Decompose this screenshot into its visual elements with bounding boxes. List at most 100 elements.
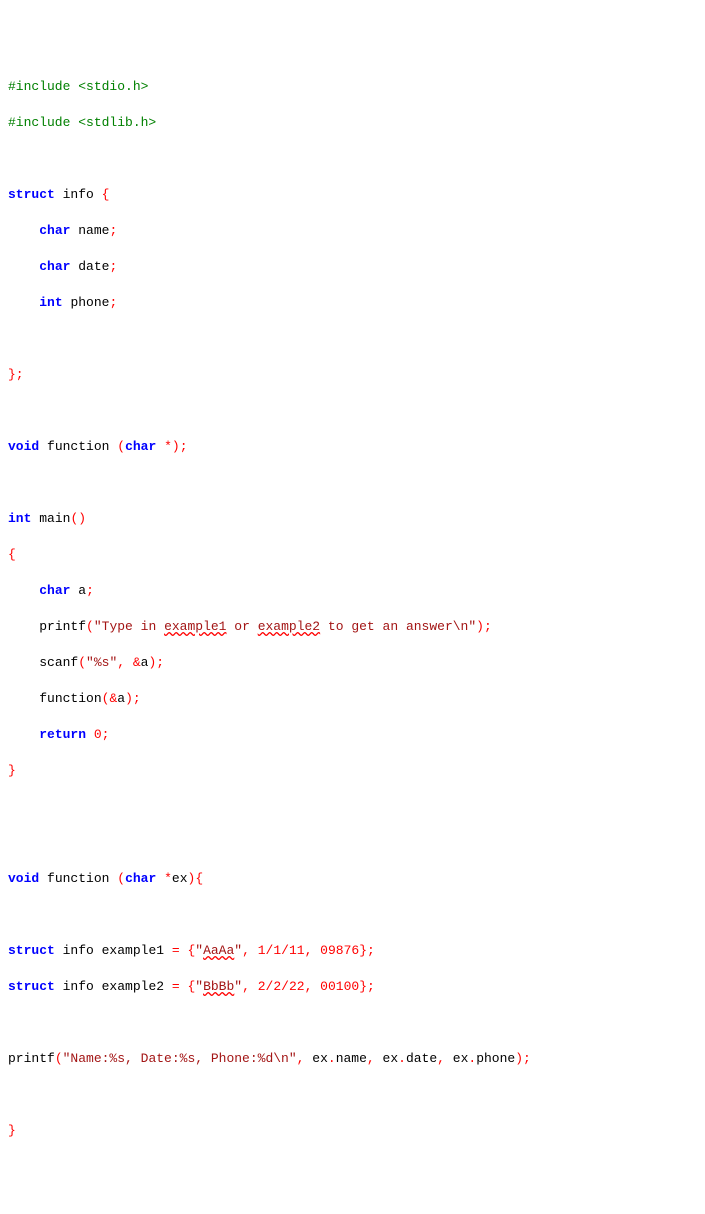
code-line: #include <stdio.h> [8,78,697,96]
keyword: int [39,295,62,310]
string: " [234,979,242,994]
punct: = { [172,943,195,958]
identifier: phone [70,295,109,310]
string: "%s" [86,655,117,670]
keyword: struct [8,979,55,994]
space [39,871,47,886]
identifier: date [406,1051,437,1066]
punct: { [8,547,16,562]
indent [8,583,39,598]
identifier: ex [312,1051,328,1066]
spellcheck-underline: example2 [258,619,320,634]
code-line: int main() [8,510,697,528]
punct: , [242,979,258,994]
keyword: void [8,439,39,454]
punct: ( [86,619,94,634]
keyword: char [39,583,70,598]
indent [8,259,39,274]
indent [8,223,39,238]
punct: { [102,187,110,202]
number: 09876 [320,943,359,958]
punct: }; [8,367,24,382]
punct: ); [148,655,164,670]
space [156,439,164,454]
identifier: main [39,511,70,526]
punct: ( [117,871,125,886]
code-line: function(&a); [8,690,697,708]
identifier: scanf [39,655,78,670]
number: 22 [289,979,305,994]
punct: }; [359,979,375,994]
punct: / [266,979,274,994]
punct: (& [102,691,118,706]
punct: ; [86,583,94,598]
identifier: name [78,223,109,238]
keyword: char [39,223,70,238]
keyword: struct [8,187,55,202]
indent [8,619,39,634]
code-line: int phone; [8,294,697,312]
string: " [195,979,203,994]
space [55,979,63,994]
code-line: char name; [8,222,697,240]
identifier: ex [172,871,188,886]
string: "Type in [94,619,164,634]
code-line: char date; [8,258,697,276]
punct: ; [109,259,117,274]
punct: ; [109,295,117,310]
keyword: struct [8,943,55,958]
code-line: printf("Type in example1 or example2 to … [8,618,697,636]
blank-line [8,402,697,420]
keyword: char [125,439,156,454]
punct: / [281,979,289,994]
punct: , [305,979,321,994]
punct: } [8,1123,16,1138]
punct: ); [515,1051,531,1066]
keyword: char [125,871,156,886]
code-line: struct info { [8,186,697,204]
string: " [195,943,203,958]
space [86,727,94,742]
keyword: void [8,871,39,886]
punct: ); [476,619,492,634]
punct: ( [117,439,125,454]
indent [8,295,39,310]
punct: , [305,943,321,958]
punct: ; [102,727,110,742]
identifier: ex [453,1051,469,1066]
blank-line [8,798,697,816]
space [39,439,47,454]
punct: * [164,871,172,886]
string: or [226,619,257,634]
identifier: ex [383,1051,399,1066]
number: 11 [289,943,305,958]
punct: } [8,763,16,778]
number: 2 [273,979,281,994]
code-line: { [8,546,697,564]
keyword: int [8,511,31,526]
punct: ( [55,1051,63,1066]
identifier: printf [8,1051,55,1066]
punct: , [437,1051,453,1066]
identifier: info example1 [63,943,172,958]
punct: . [398,1051,406,1066]
preproc-header: <stdlib.h> [78,115,156,130]
identifier: function [47,871,117,886]
number: 2 [258,979,266,994]
punct: . [468,1051,476,1066]
code-line: void function (char *); [8,438,697,456]
code-line: #include <stdlib.h> [8,114,697,132]
code-line: } [8,1122,697,1140]
number: 0 [94,727,102,742]
identifier: info [63,187,102,202]
identifier: a [141,655,149,670]
blank-line [8,1014,697,1032]
space [55,187,63,202]
punct: ; [109,223,117,238]
keyword: char [39,259,70,274]
code-line: char a; [8,582,697,600]
punct: ); [125,691,141,706]
punct: . [328,1051,336,1066]
punct: / [281,943,289,958]
identifier: phone [476,1051,515,1066]
